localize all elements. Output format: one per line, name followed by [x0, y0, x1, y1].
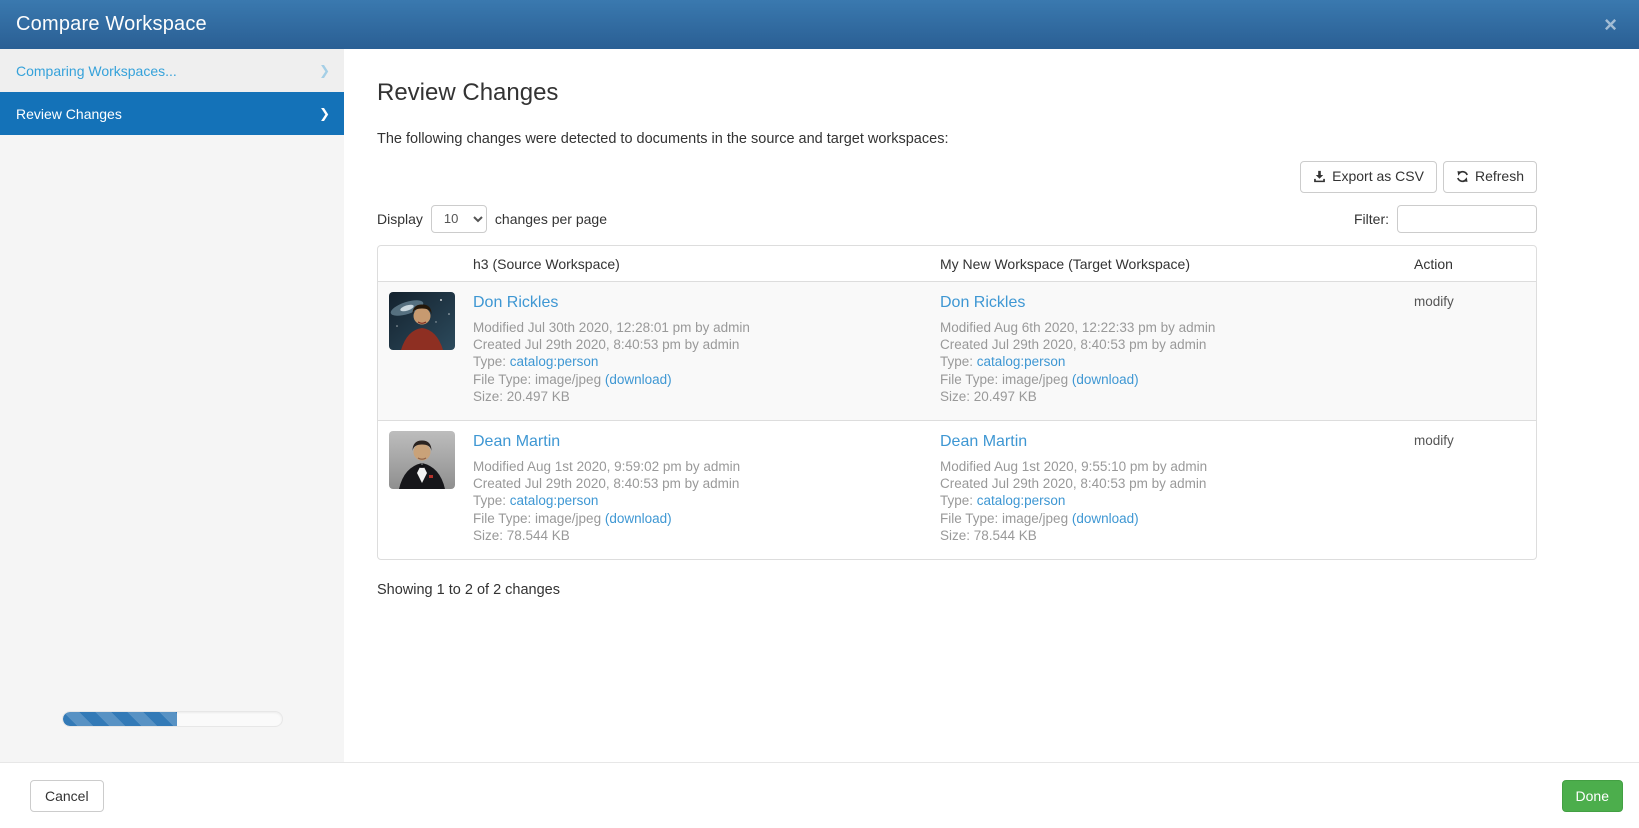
table-row: Don Rickles Modified Jul 30th 2020, 12:2… [378, 280, 1536, 420]
filetype-line: File Type: image/jpeg (download) [940, 371, 1406, 388]
created-text: Created Jul 29th 2020, 8:40:53 pm by adm… [940, 475, 1207, 491]
type-link[interactable]: catalog:person [510, 493, 599, 508]
page-size-control: Display 10 changes per page [377, 204, 607, 233]
filetype-line: File Type: image/jpeg (download) [940, 510, 1406, 527]
document-title-link[interactable]: Don Rickles [940, 294, 1025, 312]
filetype-label: File Type: image/jpeg [473, 510, 602, 526]
created-text: Created Jul 29th 2020, 8:40:53 pm by adm… [940, 336, 1207, 352]
type-line: Type: catalog:person [473, 353, 932, 370]
filetype-line: File Type: image/jpeg (download) [473, 510, 932, 527]
compare-workspace-modal: Compare Workspace × Comparing Workspaces… [0, 0, 1639, 828]
modal-title: Compare Workspace [16, 13, 207, 35]
sidebar-item-label: Comparing Workspaces... [16, 62, 177, 79]
document-title-link[interactable]: Don Rickles [473, 294, 558, 312]
action-column-header: Action [1414, 255, 1453, 272]
table-row: Dean Martin Modified Aug 1st 2020, 9:59:… [378, 419, 1536, 559]
page-title: Review Changes [377, 79, 559, 106]
modified-text: Modified Aug 6th 2020, 12:22:33 pm by ad… [940, 319, 1216, 335]
filetype-label: File Type: image/jpeg [473, 371, 602, 387]
type-link[interactable]: catalog:person [510, 354, 599, 369]
type-line: Type: catalog:person [940, 492, 1406, 509]
done-button[interactable]: Done [1561, 779, 1623, 812]
page-size-select[interactable]: 10 [430, 204, 487, 233]
display-prefix-label: Display [377, 210, 423, 227]
document-thumbnail [389, 291, 455, 350]
chevron-right-icon: ❯ [319, 62, 330, 78]
download-link[interactable]: (download) [605, 372, 672, 387]
modal-header: Compare Workspace × [0, 0, 1639, 49]
size-text: Size: 20.497 KB [940, 389, 1037, 405]
target-document-cell: Dean Martin Modified Aug 1st 2020, 9:55:… [940, 421, 1414, 559]
source-document-cell: Don Rickles Modified Jul 30th 2020, 12:2… [473, 282, 940, 420]
filetype-label: File Type: image/jpeg [940, 371, 1069, 387]
document-thumbnail [389, 430, 455, 489]
type-line: Type: catalog:person [940, 353, 1406, 370]
modal-body: Comparing Workspaces... ❯ Review Changes… [0, 49, 1639, 762]
download-link[interactable]: (download) [1072, 511, 1139, 526]
created-text: Created Jul 29th 2020, 8:40:53 pm by adm… [473, 336, 740, 352]
progress-bar-fill [63, 712, 177, 726]
size-text: Size: 78.544 KB [940, 528, 1037, 544]
filter-control: Filter: [1354, 204, 1537, 233]
target-document-cell: Don Rickles Modified Aug 6th 2020, 12:22… [940, 282, 1414, 420]
toolbar: Export as CSV Refresh [377, 161, 1537, 193]
progress-bar [62, 711, 283, 727]
type-link[interactable]: catalog:person [977, 493, 1066, 508]
display-suffix-label: changes per page [494, 210, 607, 227]
document-title-link[interactable]: Dean Martin [473, 433, 560, 451]
refresh-button[interactable]: Refresh [1442, 161, 1537, 193]
modified-text: Modified Aug 1st 2020, 9:59:02 pm by adm… [473, 458, 741, 474]
refresh-icon [1456, 170, 1469, 183]
source-column-header: h3 (Source Workspace) [473, 255, 620, 272]
type-label: Type: [940, 354, 974, 370]
controls-row: Display 10 changes per page Filter: [377, 204, 1537, 233]
modified-text: Modified Aug 1st 2020, 9:55:10 pm by adm… [940, 458, 1208, 474]
filetype-label: File Type: image/jpeg [940, 510, 1069, 526]
description-text: The following changes were detected to d… [377, 131, 949, 147]
export-csv-label: Export as CSV [1332, 168, 1424, 184]
filter-input[interactable] [1397, 204, 1537, 233]
created-text: Created Jul 29th 2020, 8:40:53 pm by adm… [473, 475, 740, 491]
download-link[interactable]: (download) [605, 511, 672, 526]
type-label: Type: [473, 354, 507, 370]
chevron-right-icon: ❯ [319, 105, 330, 121]
close-icon[interactable]: × [1598, 13, 1623, 36]
size-text: Size: 78.544 KB [473, 528, 570, 544]
thumbnail-column-header [378, 246, 473, 281]
sidebar: Comparing Workspaces... ❯ Review Changes… [0, 49, 344, 762]
sidebar-item-label: Review Changes [16, 105, 122, 122]
thumbnail-cell [378, 282, 473, 420]
download-link[interactable]: (download) [1072, 372, 1139, 387]
type-link[interactable]: catalog:person [977, 354, 1066, 369]
changes-table: h3 (Source Workspace) My New Workspace (… [377, 244, 1537, 560]
modified-text: Modified Jul 30th 2020, 12:28:01 pm by a… [473, 319, 750, 335]
source-document-cell: Dean Martin Modified Aug 1st 2020, 9:59:… [473, 421, 940, 559]
filetype-line: File Type: image/jpeg (download) [473, 371, 932, 388]
type-label: Type: [940, 493, 974, 509]
document-title-link[interactable]: Dean Martin [940, 433, 1027, 451]
results-summary: Showing 1 to 2 of 2 changes [377, 581, 560, 598]
filter-label: Filter: [1354, 210, 1389, 227]
sidebar-item-review-changes[interactable]: Review Changes ❯ [0, 92, 344, 135]
table-header-row: h3 (Source Workspace) My New Workspace (… [378, 246, 1536, 281]
type-label: Type: [473, 493, 507, 509]
type-line: Type: catalog:person [473, 492, 932, 509]
main-content: Review Changes The following changes wer… [344, 49, 1639, 762]
cancel-button[interactable]: Cancel [30, 779, 104, 812]
action-cell: modify [1414, 293, 1454, 309]
modal-footer: Cancel Done [0, 762, 1639, 828]
export-csv-button[interactable]: Export as CSV [1300, 161, 1437, 193]
size-text: Size: 20.497 KB [473, 389, 570, 405]
refresh-label: Refresh [1474, 168, 1524, 184]
download-icon [1313, 170, 1326, 183]
action-cell: modify [1414, 432, 1454, 448]
target-column-header: My New Workspace (Target Workspace) [940, 255, 1190, 272]
thumbnail-cell [378, 421, 473, 559]
sidebar-item-comparing-workspaces[interactable]: Comparing Workspaces... ❯ [0, 49, 344, 92]
